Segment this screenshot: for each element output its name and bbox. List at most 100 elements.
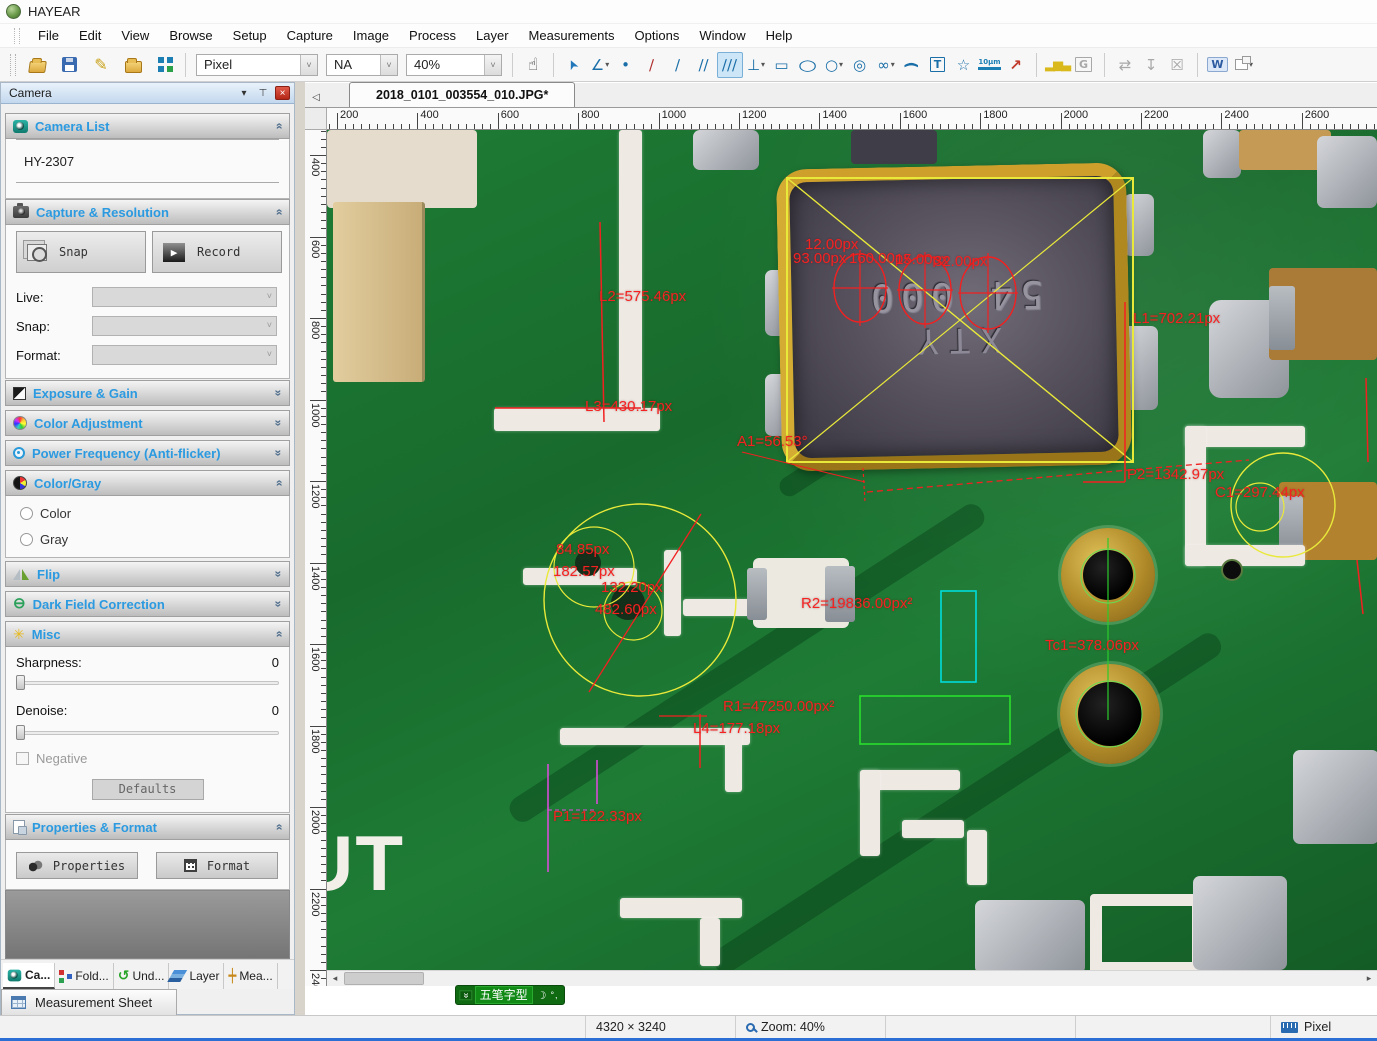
open-file-icon[interactable] [24,52,50,78]
menu-item[interactable]: File [28,25,69,46]
menu-item[interactable]: Help [756,25,803,46]
section-flip[interactable]: Flip » [5,561,290,587]
arc-tool[interactable]: ( [899,52,925,78]
negative-checkbox[interactable]: Negative [16,751,87,766]
menu-item[interactable]: Layer [466,25,519,46]
expand-icon[interactable]: » [272,571,286,578]
zoom-combobox[interactable]: 40% [406,54,502,76]
section-color-gray[interactable]: Color/Gray » [5,470,290,496]
scale-bar-tool[interactable]: 10μm [977,52,1003,78]
select-tool[interactable]: ➤ [561,52,587,78]
label-L4[interactable]: L4=177.18px [693,720,780,737]
label-c1[interactable]: 84.85px [556,541,609,558]
image-canvas[interactable]: XTY 54 000 [327,130,1377,970]
scroll-left-icon[interactable]: ◂ [327,971,343,986]
section-camera-list[interactable]: Camera List » [5,113,290,139]
combo-arrow-icon[interactable] [484,55,501,75]
label-C1[interactable]: C1=297.44px [1215,484,1305,501]
measurement-sheet-tab[interactable]: Measurement Sheet [1,989,177,1016]
label-c4[interactable]: 482.60px [595,601,657,618]
properties-button[interactable]: Properties [16,852,138,879]
export-window-icon[interactable]: ▾ [1231,52,1257,78]
expand-icon[interactable]: » [272,601,286,608]
slider-thumb[interactable] [16,725,25,740]
section-properties-format[interactable]: Properties & Format » [5,814,290,840]
horizontal-scrollbar[interactable]: ◂ ▸ [327,970,1377,986]
arrow-tool[interactable]: ↗ [1003,52,1029,78]
checkbox-icon[interactable] [16,752,29,765]
collapse-icon[interactable]: » [272,631,286,638]
menu-item[interactable]: Setup [223,25,277,46]
label-d2[interactable]: 93.00px [793,250,846,267]
ime-mode-label[interactable]: 五笔字型 [475,986,533,1004]
format-button[interactable]: Format [156,852,278,879]
section-misc[interactable]: ✳ Misc » [5,621,290,647]
tab-nav-left-icon[interactable]: ◁ [305,87,327,107]
panel-dropdown-icon[interactable]: ▾ [237,88,251,99]
collapse-icon[interactable]: » [272,123,286,130]
label-P1[interactable]: P1=122.33px [553,808,642,825]
circle-tool[interactable]: ○▾ [821,52,847,78]
camera-device-item[interactable]: HY-2307 [6,140,289,182]
combo-arrow-icon[interactable] [380,55,397,75]
parallel-lines-tool[interactable]: ∕∕ [691,52,717,78]
slider-thumb[interactable] [16,675,25,690]
menu-item[interactable]: Image [343,25,399,46]
tab-undo[interactable]: ↺ Und... [114,963,170,989]
snap-button[interactable]: Snap [16,231,146,273]
tab-measure[interactable]: ┿ Mea... [224,963,277,989]
ime-bar[interactable]: « 五笔字型 ☽ °, [455,985,565,1005]
gray-radio[interactable]: Gray [20,532,68,547]
menu-item[interactable]: Window [689,25,755,46]
scrollbar-thumb[interactable] [344,972,424,985]
line-tool[interactable]: ∕ [639,52,665,78]
defaults-button[interactable]: Defaults [92,779,204,800]
browse-folder-icon[interactable] [120,52,146,78]
perpendicular-tool[interactable]: ⊥▾ [743,52,769,78]
label-A1[interactable]: A1=56.53° [737,433,808,450]
color-radio[interactable]: Color [20,506,71,521]
denoise-slider[interactable] [16,725,279,740]
menu-item[interactable]: View [111,25,159,46]
tab-layer[interactable]: Layer [169,963,224,989]
collapse-icon[interactable]: » [272,209,286,216]
combo-arrow-icon[interactable] [300,55,317,75]
section-capture-resolution[interactable]: Capture & Resolution » [5,199,290,225]
label-L2[interactable]: L2=575.46px [599,288,686,305]
label-R2[interactable]: R2=19836.00px² [801,595,912,612]
ellipse-tool[interactable]: ○ [795,52,821,78]
snap-resolution-combobox[interactable] [92,316,277,336]
star-tool[interactable]: ☆ [951,52,977,78]
sharpness-slider[interactable] [16,675,279,690]
menu-item[interactable]: Capture [277,25,343,46]
scroll-right-icon[interactable]: ▸ [1361,971,1377,986]
label-R1[interactable]: R1=47250.00px² [723,698,834,715]
pan-tool[interactable]: ☝ [520,52,546,78]
word-export-icon[interactable]: W [1205,52,1231,78]
menu-item[interactable]: Browse [159,25,222,46]
tab-folders[interactable]: Fold... [55,963,113,989]
expand-icon[interactable]: » [272,450,286,457]
live-resolution-combobox[interactable] [92,287,277,307]
section-power-frequency[interactable]: Power Frequency (Anti-flicker) » [5,440,290,466]
label-L3[interactable]: L3=430.17px [585,398,672,415]
collapse-icon[interactable]: » [272,480,286,487]
section-exposure-gain[interactable]: Exposure & Gain » [5,380,290,406]
edit-image-icon[interactable]: ✎ [88,52,114,78]
panel-splitter[interactable] [295,82,305,1015]
histogram-icon[interactable]: ▂▅▃ [1044,52,1071,78]
label-L1[interactable]: L1=702.21px [1133,310,1220,327]
panel-close-icon[interactable]: × [275,86,290,100]
ime-chevron-icon[interactable]: « [459,990,472,1000]
concentric-circles-tool[interactable]: ◎ [847,52,873,78]
format-combobox[interactable] [92,345,277,365]
text-tool[interactable]: T [925,52,951,78]
ime-moon-icon[interactable]: ☽ [537,989,547,1002]
label-d5[interactable]: 32.00px [934,253,987,270]
menu-item[interactable]: Measurements [519,25,625,46]
angle-tool[interactable]: ∠▾ [587,52,613,78]
menu-item[interactable]: Edit [69,25,111,46]
point-tool[interactable]: • [613,52,639,78]
two-circles-tool[interactable]: ∞▾ [873,52,899,78]
segment-tool[interactable]: ∕ [665,52,691,78]
